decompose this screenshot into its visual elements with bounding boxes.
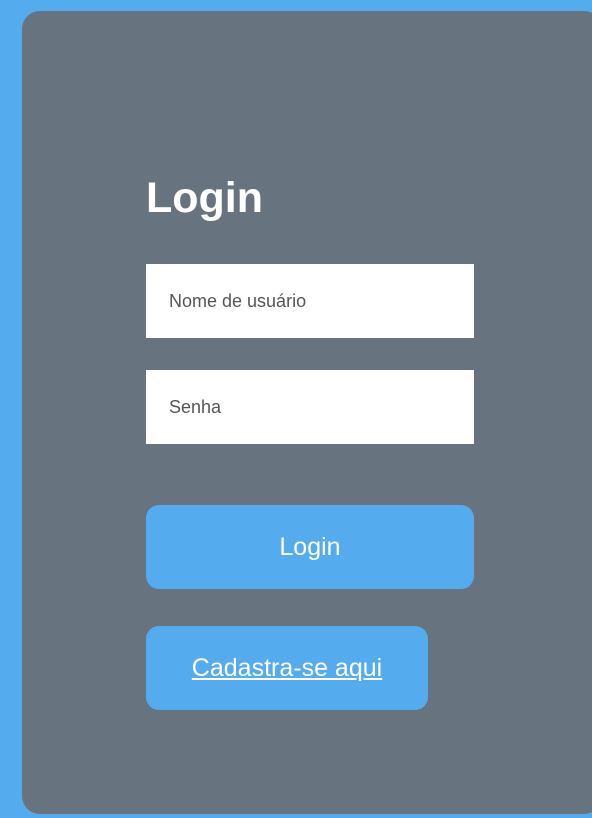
login-title: Login <box>146 174 264 222</box>
register-link[interactable]: Cadastra-se aqui <box>146 626 428 710</box>
login-card: Login Login Cadastra-se aqui <box>22 11 592 814</box>
password-input[interactable] <box>146 370 474 444</box>
login-button[interactable]: Login <box>146 505 474 589</box>
username-input[interactable] <box>146 264 474 338</box>
